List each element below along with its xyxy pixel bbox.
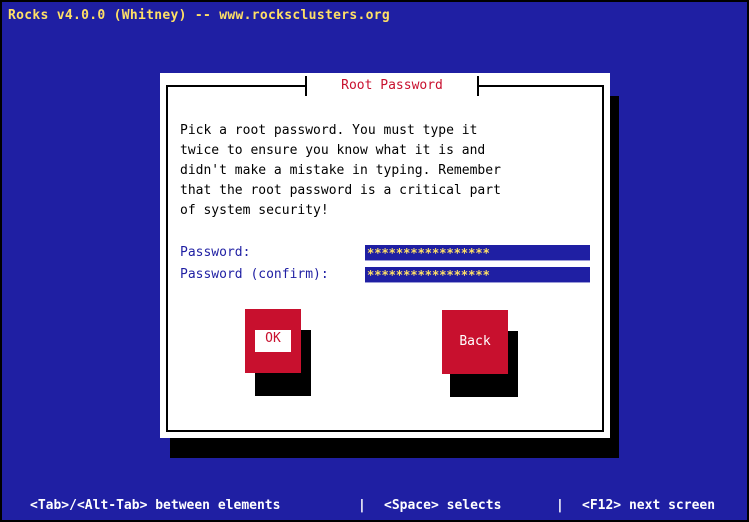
instructions-text: Pick a root password. You must type it t… bbox=[180, 123, 501, 218]
back-button-label: Back bbox=[459, 334, 491, 349]
installer-screen: Rocks v4.0.0 (Whitney) -- www.rocksclust… bbox=[2, 2, 747, 520]
password-label: Password: bbox=[180, 245, 251, 260]
password-input[interactable]: ***************** bbox=[365, 245, 590, 261]
status-bar: <Tab>/<Alt-Tab> between elements | <Spac… bbox=[2, 492, 747, 520]
ok-button[interactable]: OK bbox=[245, 309, 301, 373]
root-password-dialog: Root Password Pick a root password. You … bbox=[160, 73, 610, 438]
back-button[interactable]: Back bbox=[442, 310, 508, 374]
password-confirm-label: Password (confirm): bbox=[180, 267, 329, 282]
installer-header: Rocks v4.0.0 (Whitney) -- www.rocksclust… bbox=[8, 8, 390, 23]
status-separator-1: | bbox=[358, 498, 366, 513]
status-tab-hint: <Tab>/<Alt-Tab> between elements bbox=[30, 498, 281, 513]
dialog-title: Root Password bbox=[305, 76, 479, 96]
status-separator-2: | bbox=[556, 498, 564, 513]
status-f12-hint: <F12> next screen bbox=[582, 498, 716, 513]
password-confirm-input[interactable]: ***************** bbox=[365, 267, 590, 283]
status-space-hint: <Space> selects bbox=[384, 498, 502, 513]
ok-button-label: OK bbox=[253, 328, 293, 354]
